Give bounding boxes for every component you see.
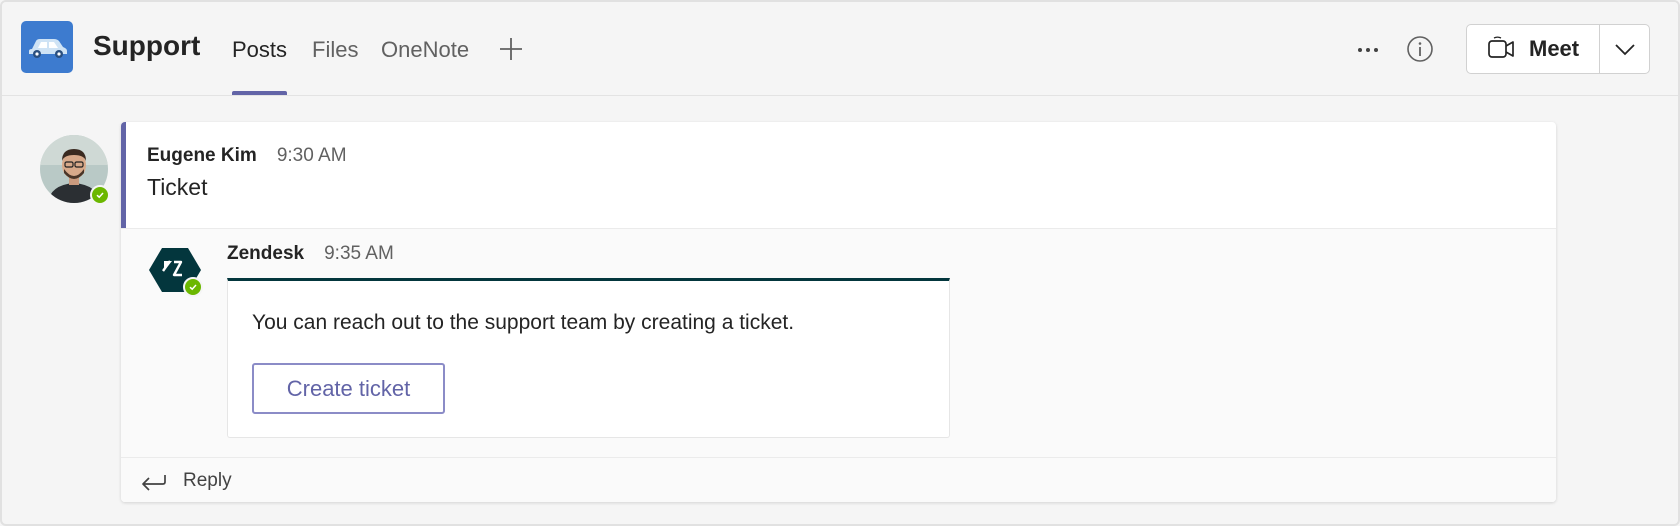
- more-icon[interactable]: [1356, 38, 1380, 62]
- plus-icon[interactable]: [498, 36, 524, 62]
- tab-posts[interactable]: Posts: [232, 36, 287, 64]
- meet-button-group: Meet: [1466, 24, 1650, 74]
- bot-reply-time: 9:35 AM: [324, 243, 394, 264]
- team-name: Support: [93, 30, 201, 61]
- adaptive-card-text: You can reach out to the support team by…: [252, 311, 795, 334]
- checkmark-icon: [96, 192, 104, 199]
- reply-arrow-icon: [142, 474, 166, 491]
- reply-thread: Zendesk 9:35 AM You can reach out to the…: [121, 228, 1556, 502]
- tab-onenote[interactable]: OneNote: [381, 36, 469, 64]
- team-logo: [21, 21, 73, 73]
- meet-label: Meet: [1529, 36, 1580, 61]
- tab-files[interactable]: Files: [312, 36, 358, 64]
- zendesk-avatar[interactable]: [148, 245, 203, 299]
- create-ticket-button[interactable]: Create ticket: [252, 363, 445, 414]
- chevron-down-icon: [1614, 44, 1635, 56]
- bot-reply-header: Zendesk 9:35 AM: [227, 243, 394, 265]
- info-icon[interactable]: [1406, 35, 1434, 63]
- checkmark-icon: [189, 284, 197, 291]
- post-author[interactable]: Eugene Kim: [147, 145, 257, 167]
- teams-channel-window: Support Posts Files OneNote Meet Eugene …: [0, 0, 1680, 526]
- post-header: Eugene Kim 9:30 AM: [147, 145, 347, 167]
- meet-button[interactable]: Meet: [1467, 25, 1599, 73]
- conversation-card: Eugene Kim 9:30 AM Ticket Zendesk 9:35 A…: [121, 122, 1556, 502]
- bot-author[interactable]: Zendesk: [227, 243, 304, 265]
- avatar[interactable]: [40, 135, 110, 205]
- meet-dropdown-button[interactable]: [1600, 25, 1649, 73]
- active-tab-indicator: [232, 91, 287, 95]
- presence-available-badge: [90, 185, 110, 205]
- reply-label: Reply: [183, 469, 232, 491]
- car-icon: [29, 39, 67, 58]
- reply-button[interactable]: Reply: [121, 457, 1556, 502]
- thread-accent-bar: [121, 122, 126, 228]
- presence-available-badge: [183, 277, 203, 297]
- adaptive-card: You can reach out to the support team by…: [227, 278, 950, 438]
- post-time: 9:30 AM: [276, 145, 347, 166]
- channel-header: Support Posts Files OneNote Meet: [2, 2, 1678, 96]
- post-body: Ticket: [147, 174, 208, 200]
- video-camera-icon: [1488, 36, 1514, 58]
